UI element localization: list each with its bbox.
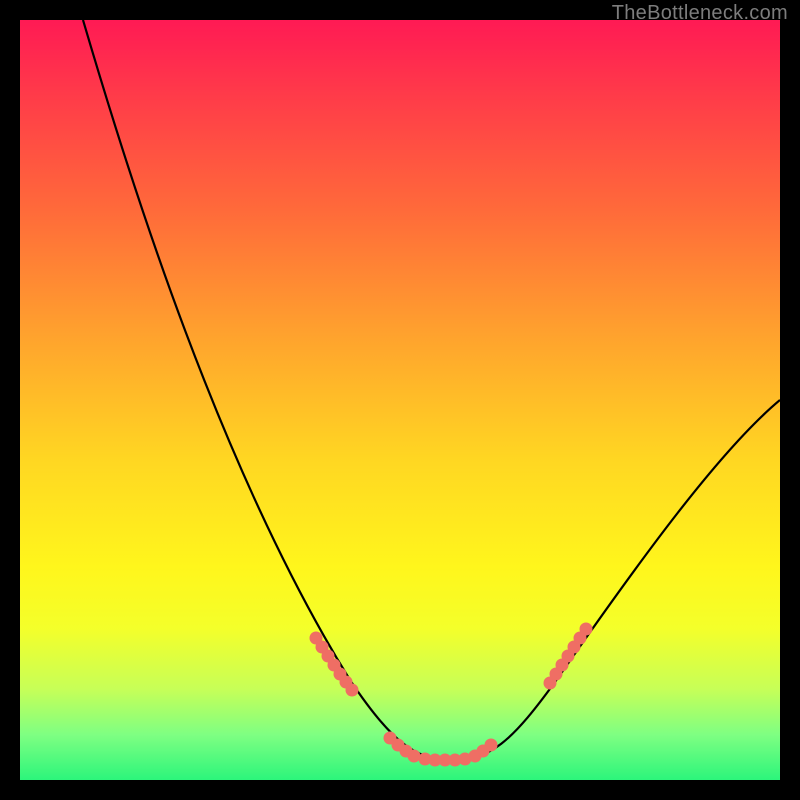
watermark-text: TheBottleneck.com	[612, 2, 788, 25]
curve-dot	[346, 684, 359, 697]
chart-svg	[20, 20, 780, 780]
curve-dots-group	[310, 623, 593, 767]
curve-dot	[408, 750, 421, 763]
chart-plot-area	[20, 20, 780, 780]
curve-dot	[485, 739, 498, 752]
curve-dot	[580, 623, 593, 636]
bottleneck-curve	[83, 20, 780, 760]
